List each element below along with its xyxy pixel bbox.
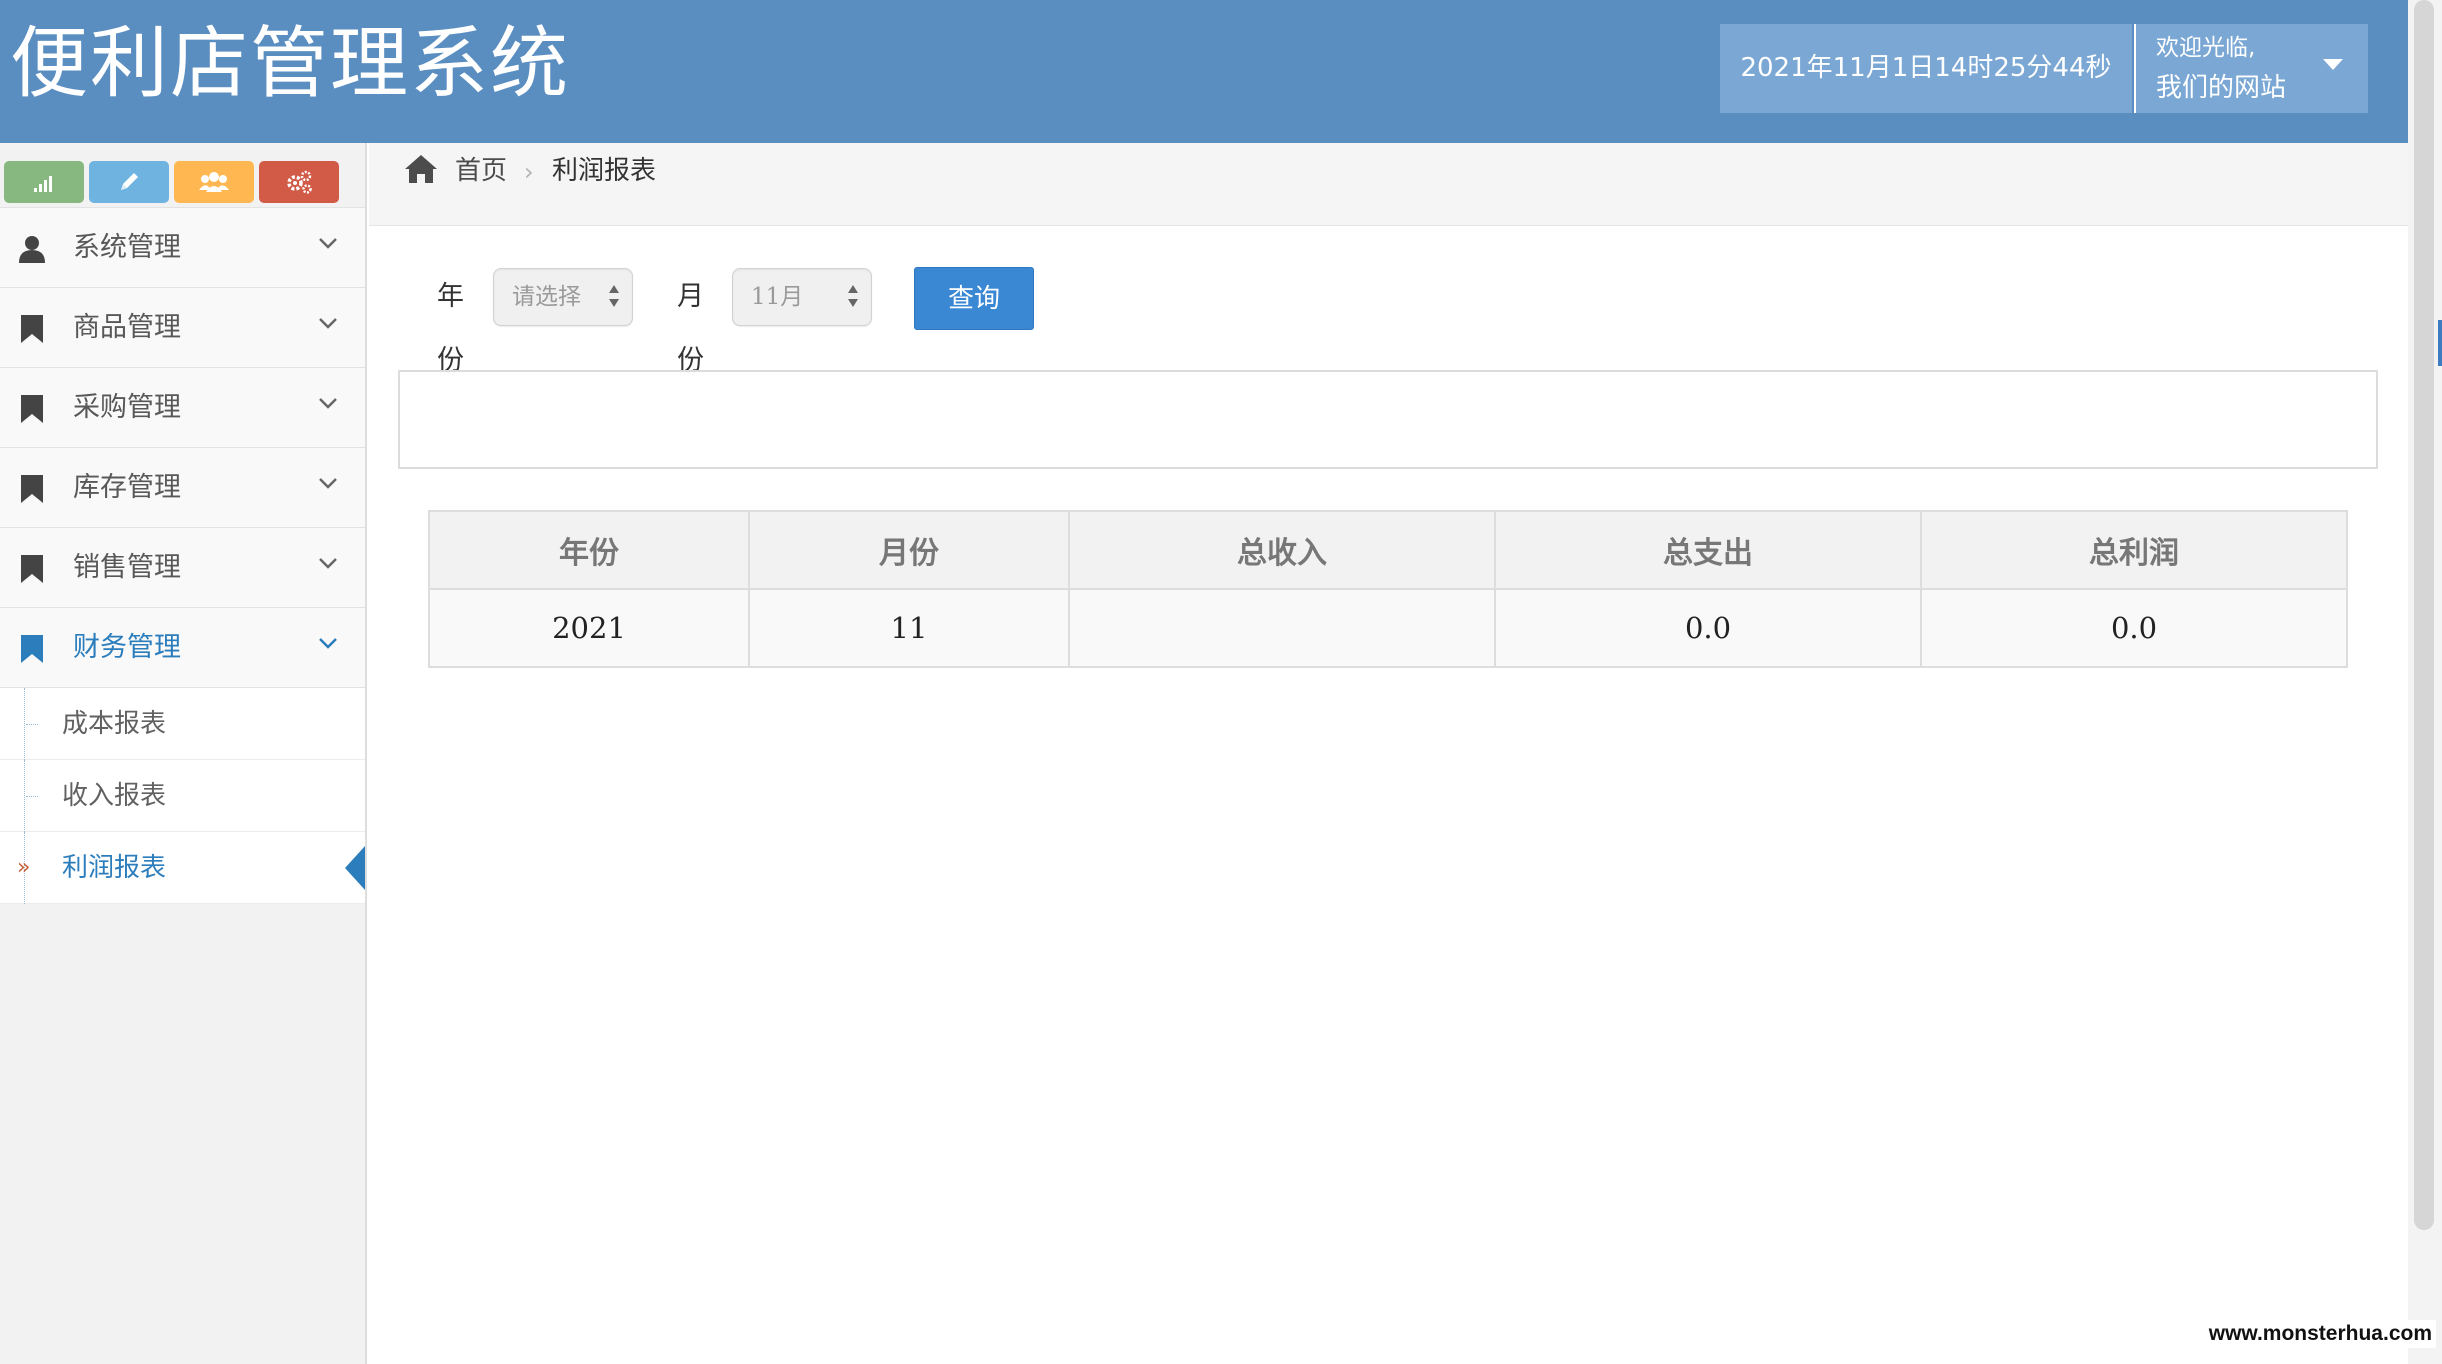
sidebar-item-label: 系统管理 <box>73 232 181 263</box>
month-select-value: 11月 <box>751 284 804 310</box>
sidebar-item-finance[interactable]: 财务管理 <box>0 607 365 687</box>
breadcrumb-home-link[interactable]: 首页 <box>455 143 507 199</box>
scrollbar-thumb[interactable] <box>2414 0 2434 1230</box>
chevron-down-icon <box>319 238 337 249</box>
submenu-item-cost-report[interactable]: 成本报表 <box>0 688 365 760</box>
column-header: 年份 <box>428 510 750 590</box>
column-header: 总收入 <box>1068 510 1496 590</box>
submenu-item-label: 收入报表 <box>62 781 167 811</box>
sidebar-item-label: 财务管理 <box>73 632 181 663</box>
datetime-display: 2021年11月1日14时25分44秒 <box>1720 24 2132 113</box>
column-header: 总利润 <box>1920 510 2348 590</box>
sidebar: 系统管理 商品管理 采购管理 库存管理 销售管理 财务管理 成本报表 收入报表 … <box>0 143 367 1364</box>
user-icon <box>19 236 45 263</box>
chart-container <box>398 370 2378 469</box>
submenu-item-label: 成本报表 <box>62 709 167 739</box>
shortcut-stats-button[interactable] <box>4 161 84 203</box>
bookmark-icon <box>21 315 43 343</box>
window-scrollbar[interactable] <box>2408 0 2442 1364</box>
sidebar-item-inventory[interactable]: 库存管理 <box>0 447 365 527</box>
shortcut-edit-button[interactable] <box>89 161 169 203</box>
sidebar-item-label: 采购管理 <box>73 392 181 423</box>
breadcrumb: 首页 › 利润报表 <box>369 143 2408 226</box>
welcome-text: 欢迎光临, <box>2156 35 2256 61</box>
table-cell: 11 <box>748 588 1070 668</box>
double-angle-right-icon: » <box>17 855 31 880</box>
cogs-icon <box>287 170 312 194</box>
table-cell: 0.0 <box>1920 588 2348 668</box>
shortcut-bar <box>0 143 365 207</box>
user-menu[interactable]: 欢迎光临, 我们的网站 <box>2134 24 2368 113</box>
chevron-down-icon <box>319 398 337 409</box>
table-row: 2021 11 0.0 0.0 <box>428 588 2348 668</box>
sidebar-item-sales[interactable]: 销售管理 <box>0 527 365 607</box>
shortcut-users-button[interactable] <box>174 161 254 203</box>
month-select[interactable]: 11月 <box>732 268 872 326</box>
table-cell: 0.0 <box>1494 588 1922 668</box>
profit-report-table: 年份 月份 总收入 总支出 总利润 2021 11 0.0 0.0 <box>428 510 2348 668</box>
sidebar-item-system[interactable]: 系统管理 <box>0 207 365 287</box>
home-icon[interactable] <box>403 153 439 185</box>
select-arrows-icon <box>609 285 619 307</box>
table-cell: 2021 <box>428 588 750 668</box>
page: 便利店管理系统 2021年11月1日14时25分44秒 欢迎光临, 我们的网站 <box>0 0 2442 1364</box>
sidebar-item-label: 商品管理 <box>73 312 181 343</box>
sidebar-item-label: 销售管理 <box>73 552 181 583</box>
active-indicator <box>345 846 365 890</box>
chevron-right-icon: › <box>524 158 534 186</box>
caret-down-icon[interactable] <box>2323 59 2343 70</box>
chevron-down-icon <box>319 318 337 329</box>
finance-submenu: 成本报表 收入报表 » 利润报表 <box>0 687 365 904</box>
table-cell <box>1068 588 1496 668</box>
sidebar-item-label: 库存管理 <box>73 472 181 503</box>
chevron-down-icon <box>319 638 337 649</box>
bookmark-icon <box>21 475 43 503</box>
top-header: 便利店管理系统 2021年11月1日14时25分44秒 欢迎光临, 我们的网站 <box>0 0 2408 143</box>
column-header: 总支出 <box>1494 510 1922 590</box>
submenu-item-label: 利润报表 <box>62 853 167 883</box>
select-arrows-icon <box>848 285 858 307</box>
column-header: 月份 <box>748 510 1070 590</box>
watermark: www.monsterhua.com <box>2204 1320 2436 1348</box>
site-name: 我们的网站 <box>2156 73 2287 103</box>
bookmark-icon <box>21 635 43 663</box>
year-select[interactable]: 请选择 <box>493 268 633 326</box>
sidebar-item-purchasing[interactable]: 采购管理 <box>0 367 365 447</box>
chevron-down-icon <box>319 558 337 569</box>
bookmark-icon <box>21 395 43 423</box>
submenu-item-income-report[interactable]: 收入报表 <box>0 760 365 832</box>
app-title: 便利店管理系统 <box>10 19 571 109</box>
sidebar-item-products[interactable]: 商品管理 <box>0 287 365 367</box>
chevron-down-icon <box>319 478 337 489</box>
pencil-icon <box>121 173 138 190</box>
bookmark-icon <box>21 555 43 583</box>
signal-icon <box>34 176 52 192</box>
breadcrumb-current: 利润报表 <box>552 156 657 186</box>
query-button[interactable]: 查询 <box>914 267 1034 330</box>
table-header-row: 年份 月份 总收入 总支出 总利润 <box>428 510 2348 590</box>
shortcut-settings-button[interactable] <box>259 161 339 203</box>
users-icon <box>199 172 229 192</box>
year-select-value: 请选择 <box>512 284 581 310</box>
submenu-item-profit-report[interactable]: » 利润报表 <box>0 832 365 904</box>
